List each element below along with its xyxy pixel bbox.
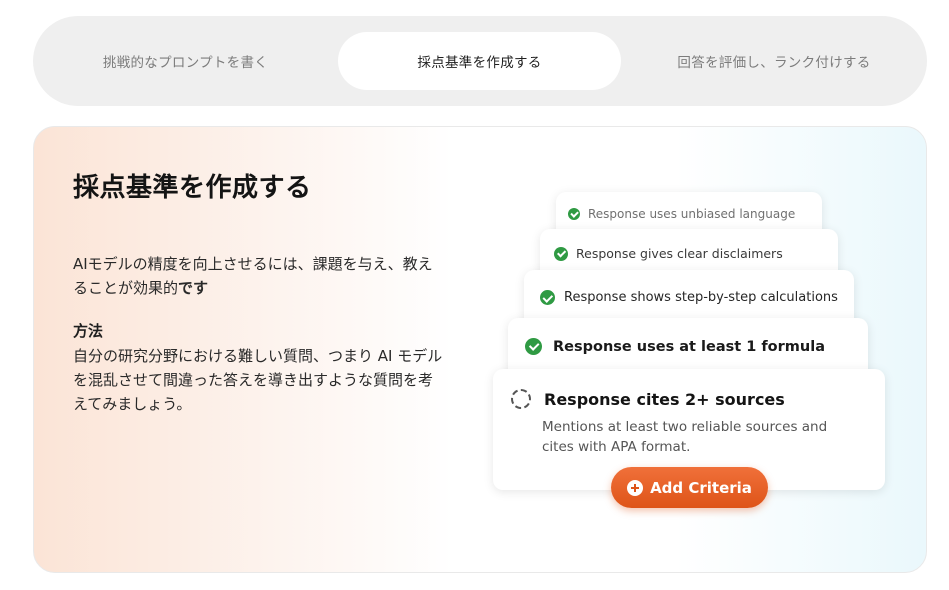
method-heading: 方法 — [73, 322, 104, 340]
tab-create-rubric[interactable]: 採点基準を作成する — [338, 32, 621, 90]
check-circle-icon — [525, 338, 542, 355]
criterion-label: Response cites 2+ sources — [544, 389, 785, 409]
plus-circle-icon — [627, 479, 644, 496]
panel-description: AIモデルの精度を向上させるには、課題を与え、教えることが効果的です — [73, 252, 433, 300]
panel-title: 採点基準を作成する — [73, 173, 312, 203]
add-criteria-label: Add Criteria — [650, 478, 752, 497]
criterion-label: Response uses at least 1 formula — [553, 338, 825, 355]
dashed-circle-icon — [511, 389, 531, 409]
description-bold: です — [178, 279, 209, 297]
description-text: AIモデルの精度を向上させるには、課題を与え、教えることが効果的 — [73, 255, 433, 297]
check-circle-icon — [554, 246, 568, 261]
tab-write-prompt[interactable]: 挑戦的なプロンプトを書く — [33, 32, 338, 90]
tab-bar: 挑戦的なプロンプトを書く 採点基準を作成する 回答を評価し、ランク付けする — [33, 16, 927, 106]
criterion-label: Response gives clear disclaimers — [576, 246, 783, 261]
add-criteria-button[interactable]: Add Criteria — [611, 467, 768, 508]
check-circle-icon — [568, 208, 580, 220]
content-card: 採点基準を作成する AIモデルの精度を向上させるには、課題を与え、教えることが効… — [33, 126, 927, 573]
criterion-label: Response uses unbiased language — [588, 207, 796, 221]
check-circle-icon — [540, 290, 555, 305]
criterion-label: Response shows step-by-step calculations — [564, 290, 838, 305]
tab-evaluate-rank[interactable]: 回答を評価し、ランク付けする — [621, 32, 927, 90]
criterion-description: Mentions at least two reliable sources a… — [542, 419, 828, 455]
method-text: 自分の研究分野における難しい質問、つまり AI モデルを混乱させて間違った答えを… — [73, 347, 443, 413]
